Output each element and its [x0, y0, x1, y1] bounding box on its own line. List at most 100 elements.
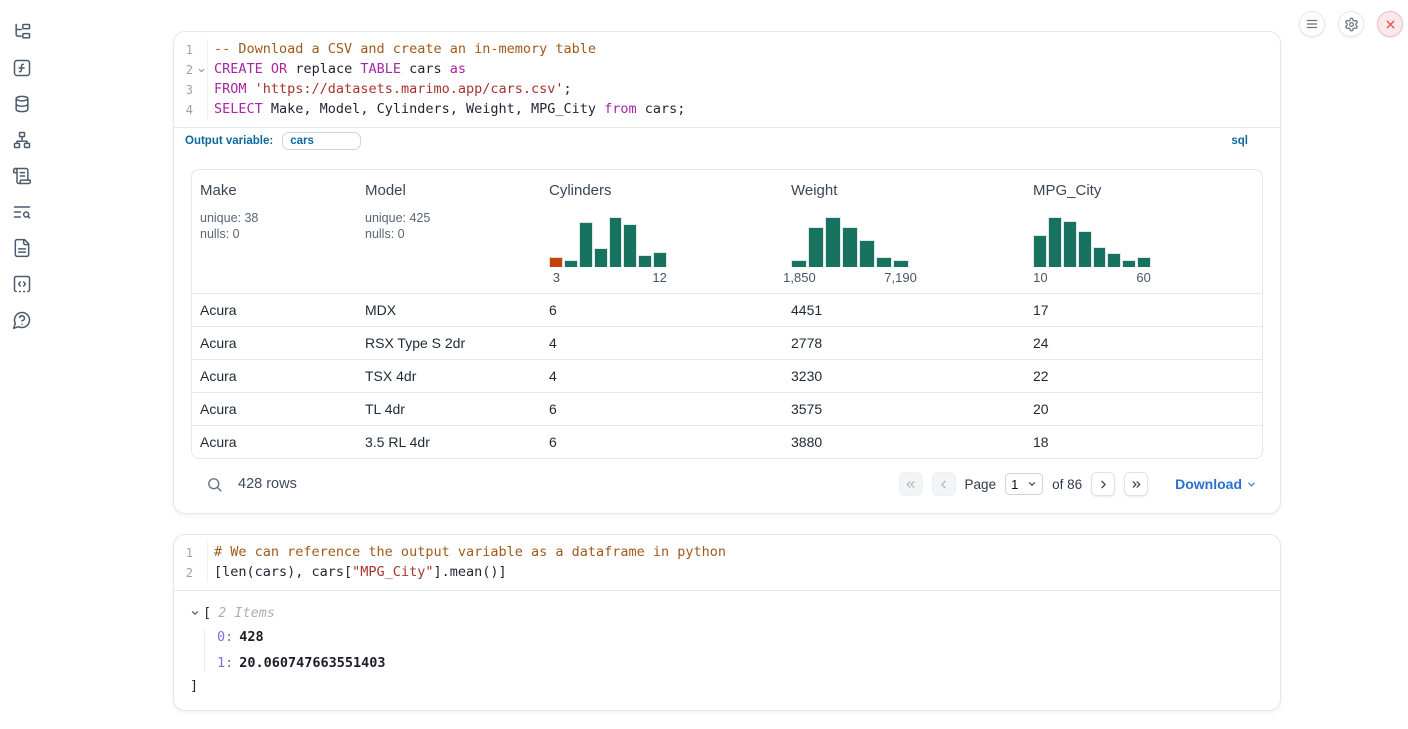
list-item-value: 428	[239, 629, 263, 645]
sidebar	[0, 0, 44, 729]
histogram-bar	[579, 222, 593, 267]
python-code-editor[interactable]: 1# We can reference the output variable …	[174, 535, 1280, 590]
code-line[interactable]: 1-- Download a CSV and create an in-memo…	[174, 39, 1280, 59]
table-cell: Acura	[192, 368, 357, 384]
histogram-bar	[842, 227, 858, 267]
language-badge: sql	[1231, 135, 1248, 147]
column-histogram[interactable]: 1,8507,190	[791, 217, 1017, 285]
download-button[interactable]: Download	[1175, 476, 1257, 492]
fold-chevron-icon[interactable]	[197, 66, 206, 75]
table-cell: Acura	[192, 335, 357, 351]
code-line[interactable]: 3FROM 'https://datasets.marimo.app/cars.…	[174, 79, 1280, 99]
table-cell: TSX 4dr	[357, 368, 541, 384]
code-text: CREATE OR replace TABLE cars as	[208, 59, 1280, 79]
column-stat: unique: 425	[365, 210, 533, 226]
column-histogram[interactable]: 312	[549, 217, 775, 285]
table-row: AcuraMDX6445117	[192, 293, 1262, 326]
sql-code-editor[interactable]: 1-- Download a CSV and create an in-memo…	[174, 32, 1280, 127]
items-count-label: 2 Items	[218, 605, 275, 621]
output-variable-input[interactable]	[282, 132, 361, 150]
gear-icon	[1344, 17, 1359, 32]
table-cell: 2778	[783, 335, 1025, 351]
histogram-bars	[791, 217, 909, 267]
table-cell: 17	[1025, 302, 1262, 318]
histogram-bar	[859, 240, 875, 267]
table-cell: 3880	[783, 434, 1025, 450]
sidebar-file-tree-button[interactable]	[12, 22, 32, 42]
table-cell: 6	[541, 302, 783, 318]
page-total-label: of 86	[1052, 477, 1082, 492]
search-icon	[206, 476, 223, 493]
column-header-make[interactable]: Makeunique: 38nulls: 0	[192, 170, 357, 293]
code-line[interactable]: 2[len(cars), cars["MPG_City"].mean()]	[174, 562, 1280, 582]
code-text: # We can reference the output variable a…	[208, 542, 1280, 562]
file-tree-icon	[12, 22, 32, 42]
column-stats: unique: 38nulls: 0	[200, 210, 349, 242]
column-header-model[interactable]: Modelunique: 425nulls: 0	[357, 170, 541, 293]
column-histogram[interactable]: 1060	[1033, 217, 1254, 285]
line-number-gutter: 4	[174, 99, 208, 119]
table-cell: 22	[1025, 368, 1262, 384]
sidebar-database-button[interactable]	[12, 94, 32, 114]
sidebar-document-button[interactable]	[12, 238, 32, 258]
code-line[interactable]: 1# We can reference the output variable …	[174, 542, 1280, 562]
list-item: 0:428	[217, 629, 1264, 645]
scroll-icon	[12, 166, 32, 186]
table-cell: Acura	[192, 401, 357, 417]
pagination: Page 1 of 86 Download	[899, 472, 1257, 496]
sidebar-code-snippets-button[interactable]	[12, 274, 32, 294]
open-bracket: [	[203, 605, 211, 621]
line-number: 4	[186, 100, 193, 120]
window-controls	[1299, 11, 1403, 37]
page-select[interactable]: 1	[1005, 473, 1043, 495]
column-header-weight[interactable]: Weight1,8507,190	[783, 170, 1025, 293]
line-number-gutter: 1	[174, 39, 208, 59]
notebook: 1-- Download a CSV and create an in-memo…	[173, 31, 1281, 711]
chevron-left-icon	[937, 478, 950, 491]
table-cell: 3230	[783, 368, 1025, 384]
search-button[interactable]	[206, 476, 223, 493]
close-icon	[1384, 18, 1397, 31]
column-header-mpg_city[interactable]: MPG_City1060	[1025, 170, 1262, 293]
histogram-bar	[808, 227, 824, 267]
previous-page-button[interactable]	[932, 472, 956, 496]
page-label: Page	[965, 477, 997, 492]
table-cell: 18	[1025, 434, 1262, 450]
next-page-button[interactable]	[1091, 472, 1115, 496]
close-bracket: ]	[190, 678, 1264, 694]
table-cell: 6	[541, 434, 783, 450]
histogram-min-label: 3	[553, 270, 560, 285]
table-row: AcuraRSX Type S 2dr4277824	[192, 326, 1262, 359]
column-header-cylinders[interactable]: Cylinders312	[541, 170, 783, 293]
sidebar-dependency-graph-button[interactable]	[12, 130, 32, 150]
settings-button[interactable]	[1338, 11, 1364, 37]
sidebar-log-search-button[interactable]	[12, 202, 32, 222]
sidebar-help-button[interactable]	[12, 310, 32, 330]
sidebar-function-button[interactable]	[12, 58, 32, 78]
first-page-button[interactable]	[899, 472, 923, 496]
histogram-bars	[549, 217, 667, 267]
code-line[interactable]: 2CREATE OR replace TABLE cars as	[174, 59, 1280, 79]
histogram-max-label: 7,190	[884, 270, 917, 285]
chevron-down-icon	[1027, 479, 1037, 489]
help-icon	[12, 310, 32, 330]
output-variable-label: Output variable:	[185, 135, 273, 147]
data-table: Makeunique: 38nulls: 0Modelunique: 425nu…	[191, 169, 1263, 459]
histogram-bar	[1122, 260, 1136, 267]
last-page-button[interactable]	[1124, 472, 1148, 496]
histogram-bars	[1033, 217, 1151, 267]
column-name: Model	[365, 182, 533, 199]
table-cell: 4	[541, 368, 783, 384]
histogram-bar	[825, 217, 841, 267]
line-number-gutter: 2	[174, 59, 208, 79]
list-tree-header[interactable]: [ 2 Items	[190, 605, 1264, 621]
histogram-bar	[594, 248, 608, 267]
code-line[interactable]: 4SELECT Make, Model, Cylinders, Weight, …	[174, 99, 1280, 119]
sidebar-scroll-button[interactable]	[12, 166, 32, 186]
close-button[interactable]	[1377, 11, 1403, 37]
sql-cell: 1-- Download a CSV and create an in-memo…	[173, 31, 1281, 514]
menu-button[interactable]	[1299, 11, 1325, 37]
histogram-bar	[1033, 235, 1047, 267]
python-cell: 1# We can reference the output variable …	[173, 534, 1281, 711]
table-cell: 3575	[783, 401, 1025, 417]
